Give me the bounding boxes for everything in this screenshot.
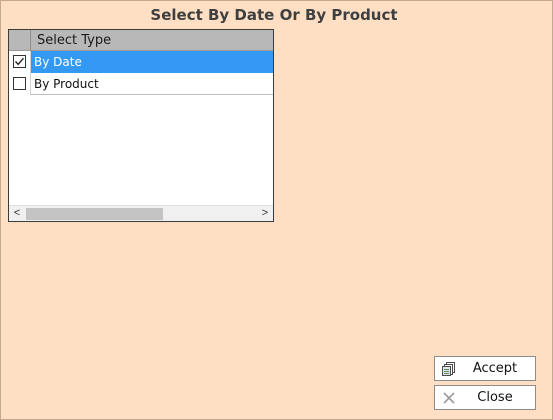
accept-button[interactable]: Accept bbox=[434, 356, 536, 381]
grid-header-corner bbox=[9, 30, 31, 51]
checkbox-checked[interactable] bbox=[13, 55, 26, 68]
column-header-select-type[interactable]: Select Type bbox=[37, 33, 111, 48]
close-button[interactable]: Close bbox=[434, 385, 536, 410]
copy-icon bbox=[441, 361, 457, 377]
horizontal-scrollbar[interactable]: < > bbox=[9, 205, 273, 221]
dialog-title: Select By Date Or By Product bbox=[150, 6, 398, 24]
select-type-grid[interactable]: Select Type By Date By Product < > bbox=[8, 29, 274, 222]
close-button-label: Close bbox=[477, 390, 513, 405]
row-checkbox-cell[interactable] bbox=[9, 51, 31, 73]
scroll-left-arrow[interactable]: < bbox=[9, 206, 25, 222]
checkmark-icon bbox=[14, 57, 25, 66]
row-label: By Product bbox=[34, 77, 99, 91]
scroll-right-arrow[interactable]: > bbox=[257, 206, 273, 222]
checkbox-unchecked[interactable] bbox=[13, 77, 26, 90]
grid-header: Select Type bbox=[9, 30, 273, 51]
grid-row-by-date[interactable]: By Date bbox=[9, 51, 273, 73]
scroll-thumb[interactable] bbox=[26, 208, 163, 220]
close-icon bbox=[441, 390, 457, 406]
accept-button-label: Accept bbox=[472, 361, 518, 376]
row-checkbox-cell[interactable] bbox=[9, 73, 31, 95]
grid-row-by-product[interactable]: By Product bbox=[9, 73, 273, 95]
row-label: By Date bbox=[31, 51, 273, 73]
select-type-dialog: Select By Date Or By Product Select Type… bbox=[0, 0, 553, 420]
